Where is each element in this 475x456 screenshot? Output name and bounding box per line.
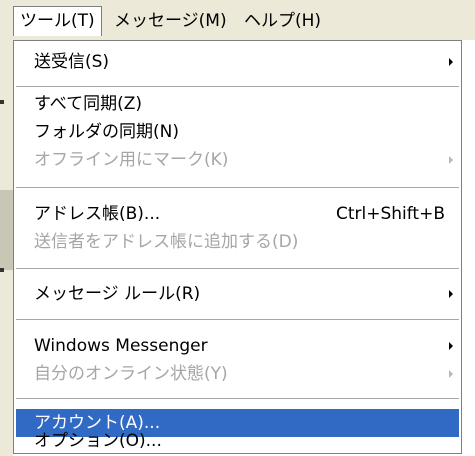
menu-help[interactable]: ヘルプ(H) bbox=[238, 6, 327, 36]
menu-item-send-receive[interactable]: 送受信(S) bbox=[16, 48, 459, 76]
menu-item-label: オフライン用にマーク(K) bbox=[34, 150, 229, 170]
menu-item-label: 自分のオンライン状態(Y) bbox=[34, 364, 228, 384]
menu-separator bbox=[16, 187, 459, 189]
background-panel bbox=[0, 190, 13, 270]
menu-item-label: オプション(O)... bbox=[34, 431, 162, 451]
menu-item-windows-messenger[interactable]: Windows Messenger bbox=[16, 332, 459, 360]
menu-item-options[interactable]: オプション(O)... bbox=[16, 427, 459, 455]
menu-separator bbox=[16, 319, 459, 321]
menu-separator bbox=[16, 398, 459, 400]
shortcut-label: Ctrl+Shift+B bbox=[335, 204, 445, 224]
menu-item-label: 送信者をアドレス帳に追加する(D) bbox=[34, 232, 299, 252]
menu-item-add-sender[interactable]: 送信者をアドレス帳に追加する(D) bbox=[16, 228, 459, 256]
menu-tools[interactable]: ツール(T) bbox=[13, 6, 102, 36]
menu-item-message-rules[interactable]: メッセージ ルール(R) bbox=[16, 280, 459, 308]
menu-item-label: アドレス帳(B)... bbox=[34, 204, 161, 224]
menu-item-label: メッセージ ルール(R) bbox=[34, 284, 201, 304]
menu-item-label: 送受信(S) bbox=[34, 52, 110, 72]
window-background-strip bbox=[0, 40, 13, 456]
submenu-arrow-icon bbox=[449, 58, 453, 66]
menu-message[interactable]: メッセージ(M) bbox=[108, 6, 233, 36]
tools-dropdown-menu: 送受信(S) すべて同期(Z) フォルダの同期(N) オフライン用にマーク(K)… bbox=[13, 40, 462, 454]
menu-bar: ツール(T) メッセージ(M) ヘルプ(H) bbox=[0, 0, 475, 40]
menu-separator bbox=[16, 268, 459, 270]
submenu-arrow-icon bbox=[449, 156, 453, 164]
background-mark bbox=[0, 268, 4, 272]
background-mark bbox=[0, 100, 4, 104]
menu-item-label: フォルダの同期(N) bbox=[34, 122, 179, 142]
menu-item-sync-folder[interactable]: フォルダの同期(N) bbox=[16, 118, 459, 146]
menu-item-sync-all[interactable]: すべて同期(Z) bbox=[16, 90, 459, 118]
submenu-arrow-icon bbox=[449, 370, 453, 378]
menu-item-mark-offline[interactable]: オフライン用にマーク(K) bbox=[16, 146, 459, 174]
menu-item-label: Windows Messenger bbox=[34, 336, 208, 356]
menu-separator bbox=[16, 86, 459, 88]
menu-item-address-book[interactable]: アドレス帳(B)... Ctrl+Shift+B bbox=[16, 200, 459, 228]
submenu-arrow-icon bbox=[449, 290, 453, 298]
submenu-arrow-icon bbox=[449, 342, 453, 350]
menu-item-my-online-status[interactable]: 自分のオンライン状態(Y) bbox=[16, 360, 459, 388]
menu-item-label: すべて同期(Z) bbox=[34, 94, 143, 114]
